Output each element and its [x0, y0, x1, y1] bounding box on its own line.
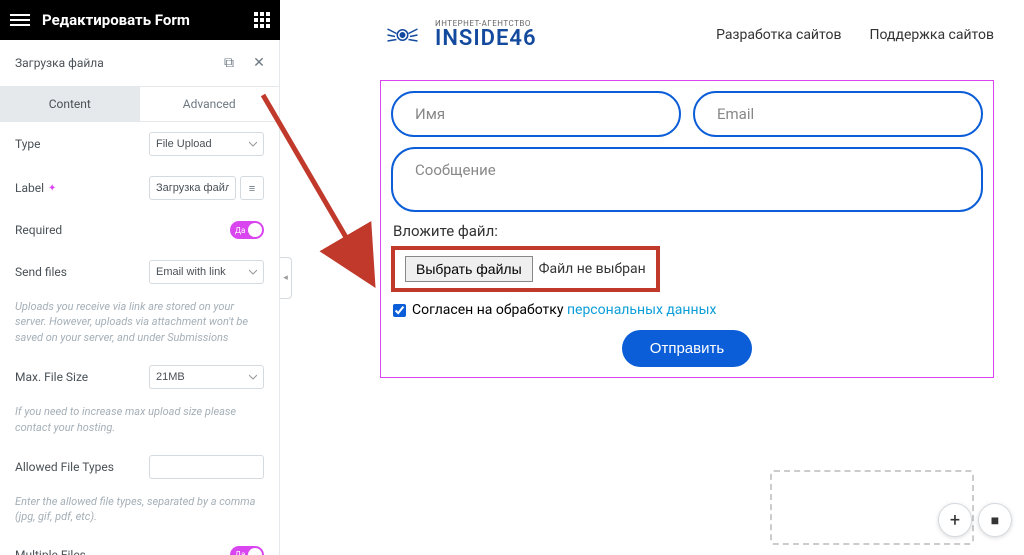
- main-nav: Разработка сайтов Поддержка сайтов: [716, 27, 994, 43]
- label-input[interactable]: [149, 176, 236, 200]
- nav-support[interactable]: Поддержка сайтов: [869, 27, 994, 43]
- logo[interactable]: ИНТЕРНЕТ-АГЕНТСТВО INSIDE46: [380, 20, 537, 50]
- file-upload-highlight: Выбрать файлы Файл не выбран: [391, 246, 660, 292]
- editor-sidebar: Загрузка файла ⧉ ✕ Content Advanced Type…: [0, 40, 280, 555]
- collapse-sidebar-handle[interactable]: ◂: [280, 257, 292, 299]
- duplicate-button[interactable]: ⧉: [214, 48, 244, 78]
- file-upload-label: Вложите файл:: [393, 222, 983, 240]
- maxsize-help: If you need to increase max upload size …: [0, 399, 279, 445]
- name-input[interactable]: Имя: [391, 91, 681, 137]
- nav-dev[interactable]: Разработка сайтов: [716, 27, 841, 43]
- menu-icon[interactable]: [10, 11, 30, 29]
- widget-header: Загрузка файла ⧉ ✕: [0, 40, 279, 87]
- multiple-label: Multiple Files: [15, 548, 230, 555]
- choose-files-button[interactable]: Выбрать файлы: [405, 256, 533, 282]
- email-input[interactable]: Email: [693, 91, 983, 137]
- tab-content[interactable]: Content: [0, 87, 140, 121]
- consent-checkbox[interactable]: [393, 304, 406, 317]
- logo-icon: [380, 20, 425, 50]
- required-label: Required: [15, 223, 230, 237]
- site-header: ИНТЕРНЕТ-АГЕНТСТВО INSIDE46 Разработка с…: [280, 0, 1024, 60]
- ai-icon[interactable]: ✦: [48, 183, 56, 194]
- allowedtypes-label: Allowed File Types: [15, 460, 149, 474]
- apps-icon[interactable]: [254, 12, 270, 28]
- editor-topbar: Редактировать Form: [0, 0, 280, 40]
- tab-advanced[interactable]: Advanced: [140, 87, 280, 121]
- dynamic-tags-button[interactable]: ≡: [240, 176, 264, 200]
- sendfiles-help: Uploads you receive via link are stored …: [0, 294, 279, 355]
- allowedtypes-help: Enter the allowed file types, separated …: [0, 489, 279, 535]
- preview-canvas: ◂ ИНТЕРНЕТ-АГЕНТСТВО INSIDE46 Разработка…: [280, 0, 1024, 555]
- type-select[interactable]: File Upload: [149, 132, 264, 156]
- file-status-text: Файл не выбран: [539, 261, 646, 277]
- logo-name: INSIDE46: [435, 28, 537, 50]
- consent-text: Согласен на обработку персональных данны…: [412, 302, 716, 318]
- maxsize-select[interactable]: 21MB: [149, 365, 264, 389]
- submit-button[interactable]: Отправить: [622, 330, 752, 367]
- add-element-fab[interactable]: +: [938, 503, 972, 537]
- folder-fab[interactable]: ■: [978, 503, 1012, 537]
- settings-tabs: Content Advanced: [0, 87, 279, 122]
- consent-row: Согласен на обработку персональных данны…: [393, 302, 983, 318]
- editor-title: Редактировать Form: [42, 11, 254, 29]
- message-input[interactable]: Сообщение: [391, 147, 983, 212]
- form-widget[interactable]: Имя Email Сообщение Вложите файл: Выбрат…: [380, 80, 994, 378]
- close-button[interactable]: ✕: [244, 48, 274, 78]
- consent-link[interactable]: персональных данных: [567, 302, 716, 318]
- required-switch[interactable]: Да: [230, 221, 264, 239]
- type-label: Type: [15, 137, 149, 151]
- allowedtypes-input[interactable]: [149, 455, 264, 479]
- sendfiles-select[interactable]: Email with link: [149, 260, 264, 284]
- multiple-switch[interactable]: Да: [230, 546, 264, 555]
- maxsize-label: Max. File Size: [15, 370, 149, 384]
- label-label: Label✦: [15, 181, 149, 195]
- sendfiles-label: Send files: [15, 265, 149, 279]
- widget-title: Загрузка файла: [15, 56, 214, 70]
